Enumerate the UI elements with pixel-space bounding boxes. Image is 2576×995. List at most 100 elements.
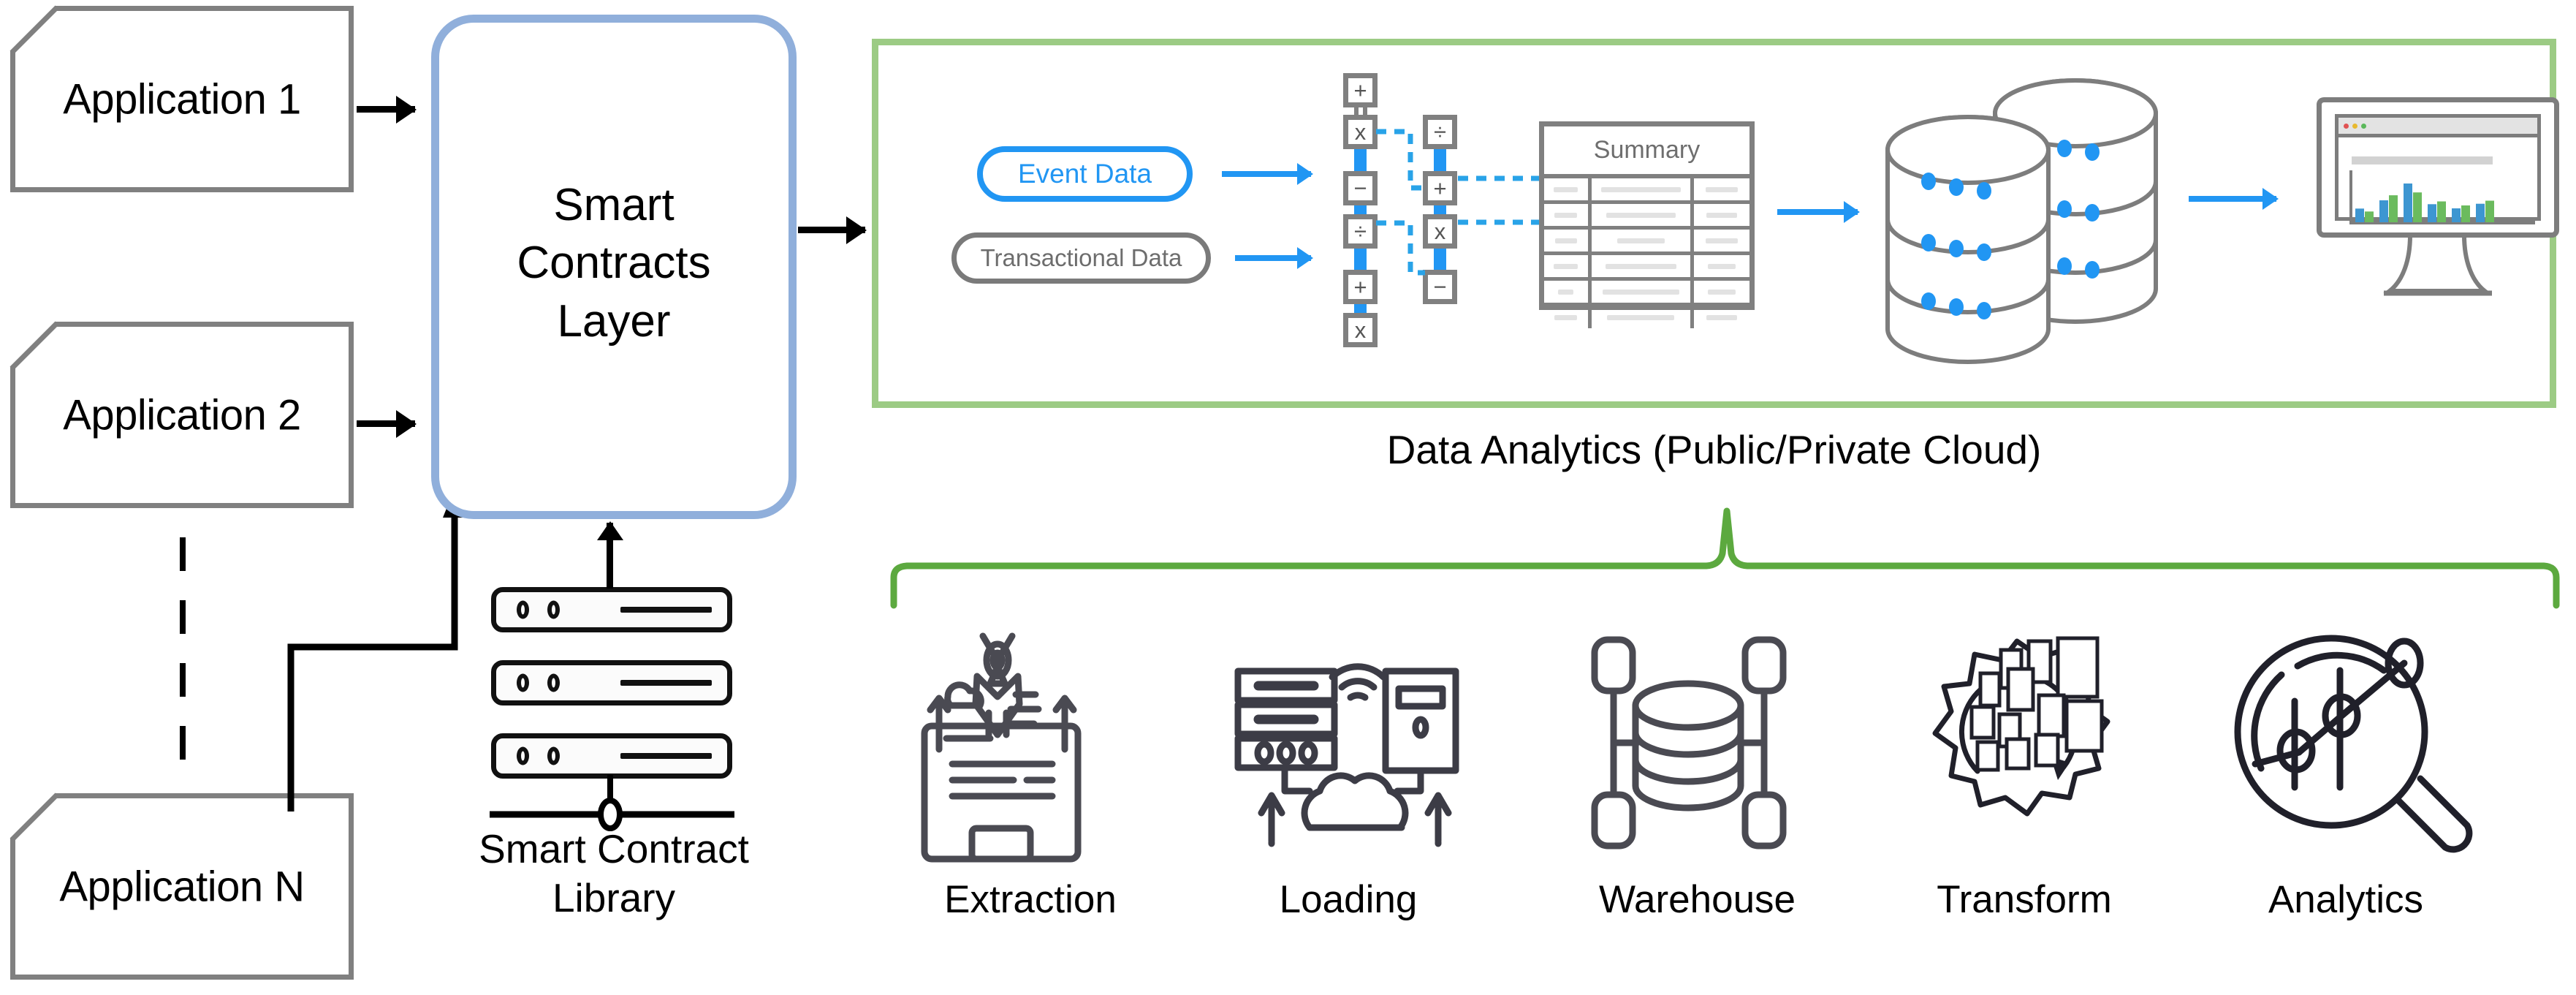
- table-cell: [1694, 255, 1749, 277]
- operator-symbol: −: [1433, 274, 1447, 300]
- operator-symbol: +: [1433, 175, 1447, 201]
- stage-label-extraction: Extraction: [944, 878, 1117, 921]
- cloud-upload-servers-icon: [1234, 663, 1459, 859]
- window-maximize-dot-icon[interactable]: [2361, 124, 2366, 129]
- library-caption-line-1: Smart Contract: [479, 826, 749, 871]
- database-stack-icon: [1885, 78, 2158, 364]
- server-led-icon: [517, 746, 529, 765]
- application-2-label: Application 2: [63, 391, 301, 439]
- table-cell: [1544, 281, 1592, 303]
- smart-contracts-layer-box[interactable]: Smart Contracts Layer: [431, 15, 797, 519]
- operator-connector-blue: [1354, 304, 1367, 313]
- table-cell: [1694, 178, 1749, 200]
- dashboard-header-placeholder: [2352, 156, 2493, 164]
- table-cell: [1592, 306, 1695, 328]
- table-cell: [1592, 178, 1695, 200]
- library-server-2[interactable]: [491, 660, 732, 705]
- arrow-event-data-to-operators: [1222, 171, 1311, 177]
- table-cell: [1592, 204, 1695, 226]
- table-cell: [1694, 204, 1749, 226]
- operator-connector-blue: [1354, 249, 1367, 270]
- library-server-3[interactable]: [491, 733, 732, 779]
- server-led-icon: [517, 673, 529, 692]
- arrow-database-to-dashboard: [2189, 196, 2276, 202]
- table-cell: [1694, 306, 1749, 328]
- server-slot-icon: [620, 607, 712, 613]
- table-row: [1544, 230, 1749, 255]
- operator-connector-blue: [1354, 149, 1367, 171]
- operator-symbol: ÷: [1433, 119, 1446, 145]
- operator-connector-gray: [1354, 107, 1367, 115]
- document-extract-icon: [921, 632, 1082, 863]
- arrow-appn-to-layer: [287, 488, 466, 811]
- application-node-2[interactable]: Application 2: [10, 321, 354, 508]
- operator-connector-blue: [1434, 205, 1446, 214]
- application-node-1[interactable]: Application 1: [10, 5, 354, 192]
- library-caption-line-2: Library: [552, 875, 676, 921]
- operator-box-times-2[interactable]: x: [1343, 313, 1378, 347]
- gear-transform-icon: [1932, 636, 2110, 817]
- table-cell: [1544, 178, 1592, 200]
- table-row: [1544, 306, 1749, 328]
- operator-to-summary-dashed-links: [1458, 175, 1543, 225]
- smart-contracts-layer-text: Smart Contracts Layer: [439, 176, 789, 350]
- application-1-label: Application 1: [63, 75, 301, 123]
- operator-connector-blue: [1434, 149, 1446, 171]
- table-cell: [1694, 230, 1749, 251]
- database-warehouse-icon: [1591, 636, 1787, 850]
- window-minimize-dot-icon[interactable]: [2352, 124, 2357, 129]
- operator-box-plus-2[interactable]: +: [1343, 270, 1378, 304]
- dashboard-screen: [2335, 114, 2541, 224]
- stage-label-transform: Transform: [1937, 878, 2112, 921]
- application-node-n[interactable]: Application N: [10, 792, 354, 980]
- operator-symbol: +: [1353, 274, 1367, 300]
- operator-box-minus-1[interactable]: −: [1343, 171, 1378, 205]
- smart-contract-library-caption: Smart Contract Library: [438, 825, 789, 923]
- server-slot-icon: [620, 753, 712, 759]
- table-row: [1544, 178, 1749, 204]
- server-led-icon: [517, 600, 529, 619]
- operator-connector-blue: [1434, 249, 1446, 270]
- operator-symbol: ÷: [1353, 219, 1367, 244]
- table-cell: [1694, 281, 1749, 303]
- library-server-1[interactable]: [491, 587, 732, 632]
- arrow-library-to-layer: [607, 523, 613, 589]
- smart-contracts-line-2: Contracts: [517, 238, 711, 289]
- dashboard-titlebar: [2338, 118, 2537, 137]
- server-led-icon: [547, 600, 560, 619]
- event-data-pill[interactable]: Event Data: [977, 146, 1193, 202]
- table-row: [1544, 255, 1749, 281]
- operator-box-divide-1[interactable]: ÷: [1343, 214, 1378, 249]
- magnifier-chart-icon: [2234, 635, 2473, 853]
- monitor-stand-icon: [2383, 233, 2492, 296]
- arrow-summary-to-database: [1777, 209, 1858, 215]
- operator-box-times-1[interactable]: x: [1343, 115, 1378, 149]
- note-folded-corner: [10, 792, 59, 842]
- smart-contracts-line-3: Layer: [557, 295, 671, 347]
- transactional-data-label: Transactional Data: [980, 244, 1182, 271]
- table-cell: [1544, 255, 1592, 277]
- operator-symbol: x: [1434, 219, 1446, 244]
- table-cell: [1592, 230, 1695, 251]
- transactional-data-pill[interactable]: Transactional Data: [951, 232, 1211, 284]
- table-row: [1544, 281, 1749, 306]
- table-cell: [1544, 230, 1592, 251]
- application-n-label: Application N: [59, 863, 305, 910]
- stage-label-analytics: Analytics: [2268, 878, 2424, 921]
- note-folded-corner: [10, 321, 59, 371]
- summary-table[interactable]: Summary: [1539, 121, 1755, 328]
- data-analytics-caption: Data Analytics (Public/Private Cloud): [1386, 427, 2042, 472]
- operator-connector-blue: [1354, 205, 1367, 214]
- operator-symbol: +: [1353, 77, 1367, 103]
- stage-label-warehouse: Warehouse: [1598, 878, 1796, 921]
- arrow-layer-to-analytics: [798, 227, 865, 233]
- table-cell: [1544, 204, 1592, 226]
- server-slot-icon: [620, 680, 712, 686]
- operator-dashed-links: [1376, 129, 1425, 276]
- summary-table-title: Summary: [1544, 126, 1749, 178]
- operator-box-plus-1[interactable]: +: [1343, 73, 1378, 107]
- window-close-dot-icon[interactable]: [2344, 124, 2349, 129]
- dashboard-monitor-frame[interactable]: [2317, 97, 2559, 238]
- table-cell: [1592, 281, 1695, 303]
- dashboard-bar-chart: [2349, 170, 2535, 224]
